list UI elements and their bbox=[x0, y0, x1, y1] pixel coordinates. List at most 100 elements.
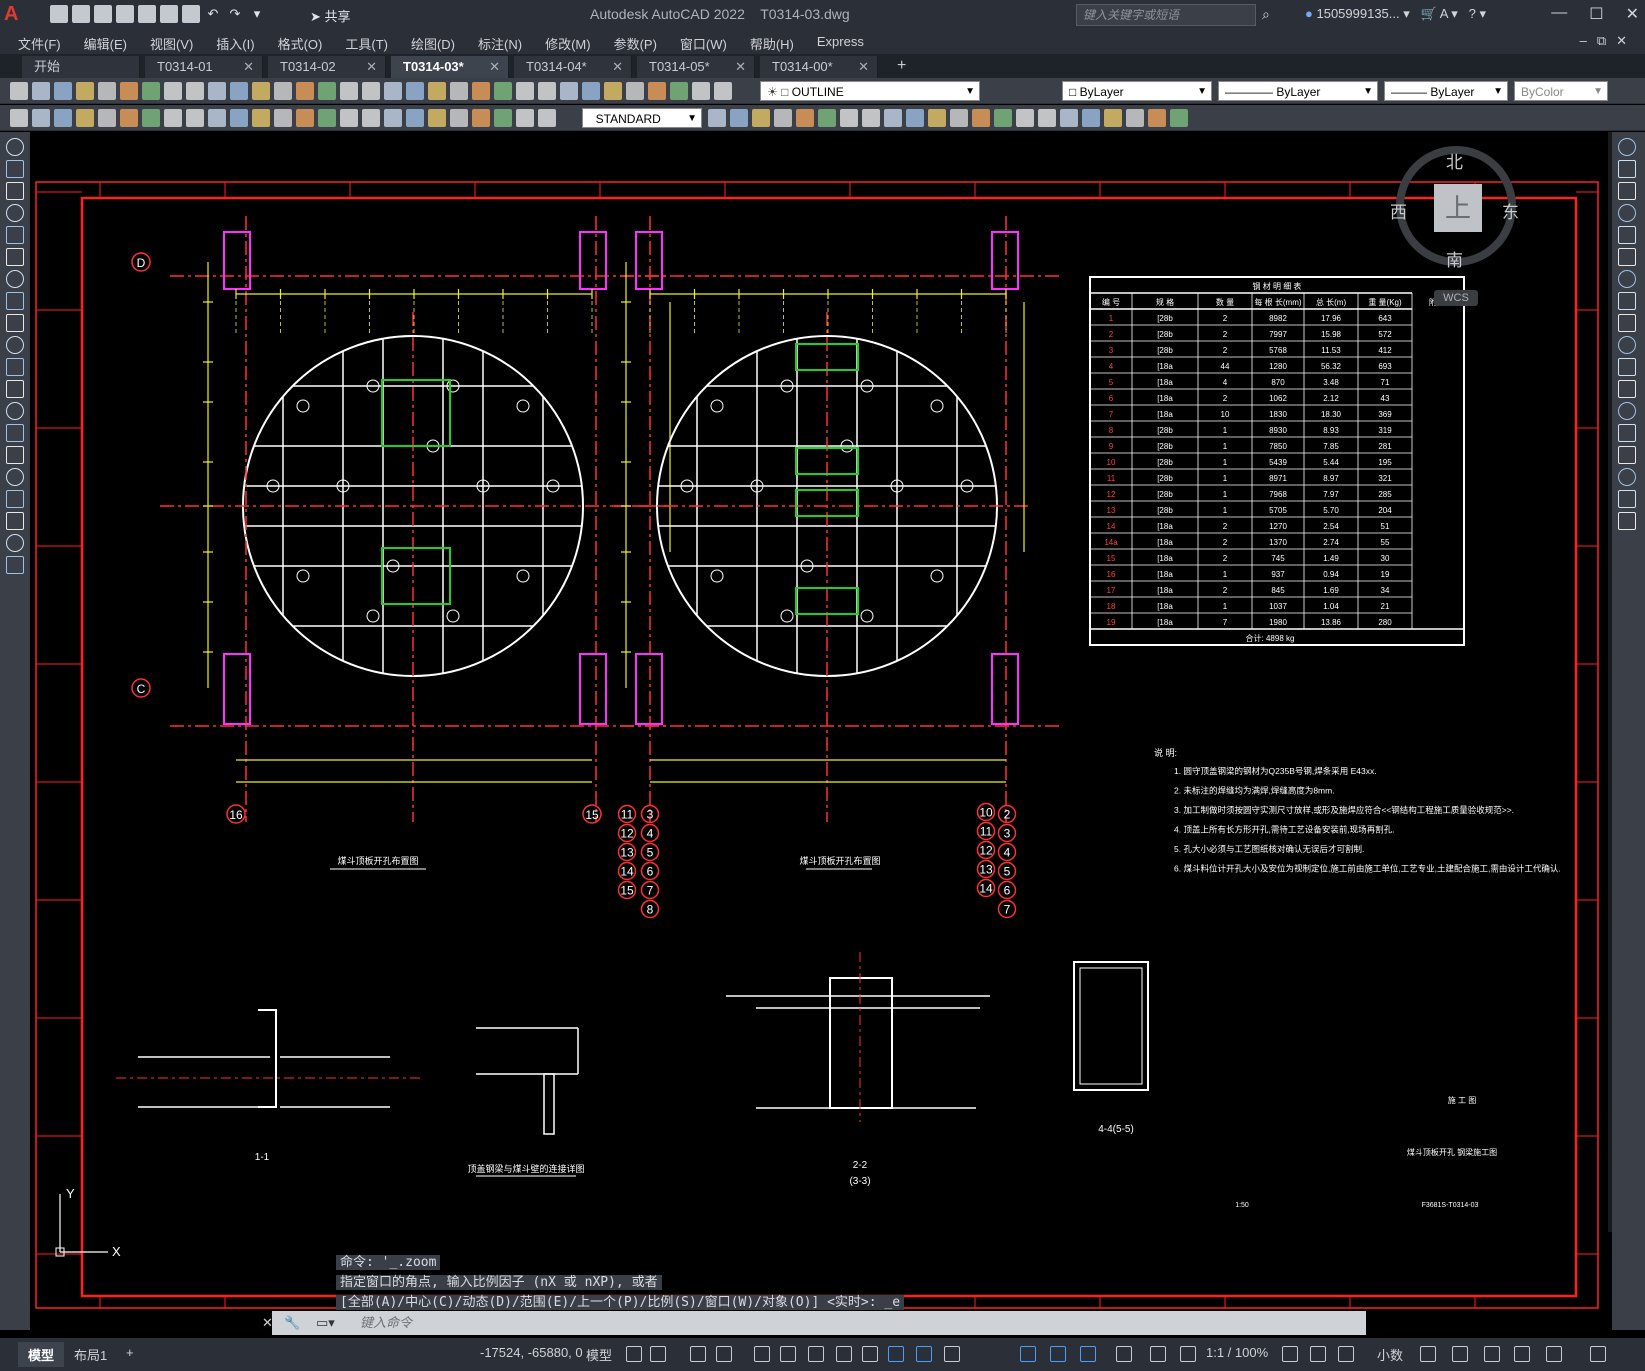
command-line[interactable]: ✕ 🔧 ▭▾ 键入命令 bbox=[262, 1311, 1366, 1335]
toolbar-tool-icon[interactable] bbox=[862, 109, 880, 127]
side-tool-icon[interactable] bbox=[6, 226, 24, 244]
linetype-dropdown[interactable]: ———— ByLayer ▼ bbox=[1218, 81, 1378, 101]
toolbar-tool-icon[interactable] bbox=[714, 82, 732, 100]
status-toggle-icon[interactable] bbox=[1282, 1346, 1298, 1362]
command-input[interactable]: 键入命令 bbox=[360, 1311, 412, 1335]
customize-dropdown-icon[interactable]: ▾ bbox=[248, 5, 266, 23]
toolbar-tool-icon[interactable] bbox=[76, 109, 94, 127]
file-tab[interactable]: T0314-04* ✕ bbox=[514, 56, 632, 78]
toolbar-tool-icon[interactable] bbox=[428, 82, 446, 100]
toolbar-tool-icon[interactable] bbox=[648, 82, 666, 100]
side-tool-icon[interactable] bbox=[6, 314, 24, 332]
toolbar-tool-icon[interactable] bbox=[840, 109, 858, 127]
units-dropdown[interactable]: 小数 bbox=[1377, 1345, 1403, 1364]
toolbar-tool-icon[interactable] bbox=[560, 82, 578, 100]
side-tool-icon[interactable] bbox=[1618, 336, 1636, 354]
side-tool-icon[interactable] bbox=[6, 424, 24, 442]
toolbar-tool-icon[interactable] bbox=[76, 82, 94, 100]
add-layout-icon[interactable]: + bbox=[126, 1345, 134, 1360]
toolbar-tool-icon[interactable] bbox=[362, 109, 380, 127]
toolbar-tool-icon[interactable] bbox=[252, 109, 270, 127]
side-tool-icon[interactable] bbox=[6, 270, 24, 288]
share-button[interactable]: ➤ 共享 bbox=[310, 6, 351, 25]
menu-item[interactable]: 格式(O) bbox=[278, 30, 323, 57]
status-toggle-icon[interactable] bbox=[836, 1346, 852, 1362]
a360-icon[interactable]: A bbox=[1440, 6, 1448, 21]
status-toggle-icon[interactable] bbox=[626, 1346, 642, 1362]
toolbar-tool-icon[interactable] bbox=[406, 82, 424, 100]
toolbar-tool-icon[interactable] bbox=[274, 82, 292, 100]
side-tool-icon[interactable] bbox=[6, 336, 24, 354]
toolbar-tool-icon[interactable] bbox=[384, 82, 402, 100]
menu-item[interactable]: Express bbox=[817, 30, 864, 57]
toolbar-tool-icon[interactable] bbox=[1148, 109, 1166, 127]
toolbar-tool-icon[interactable] bbox=[120, 109, 138, 127]
autocad-logo-icon[interactable]: A bbox=[4, 3, 28, 27]
close-tab-icon[interactable]: ✕ bbox=[735, 56, 746, 78]
toolbar-tool-icon[interactable] bbox=[670, 82, 688, 100]
plotstyle-dropdown[interactable]: ByColor ▼ bbox=[1514, 81, 1608, 101]
toolbar-tool-icon[interactable] bbox=[274, 109, 292, 127]
toolbar-tool-icon[interactable] bbox=[32, 109, 50, 127]
side-tool-icon[interactable] bbox=[1618, 490, 1636, 508]
menu-item[interactable]: 窗口(W) bbox=[680, 30, 727, 57]
toolbar-tool-icon[interactable] bbox=[384, 109, 402, 127]
menu-item[interactable]: 视图(V) bbox=[150, 30, 193, 57]
menu-item[interactable]: 参数(P) bbox=[614, 30, 657, 57]
toolbar-tool-icon[interactable] bbox=[296, 109, 314, 127]
side-tool-icon[interactable] bbox=[6, 468, 24, 486]
command-customize-icon[interactable]: 🔧 bbox=[284, 1311, 300, 1335]
menu-item[interactable]: 修改(M) bbox=[545, 30, 591, 57]
side-tool-icon[interactable] bbox=[1618, 424, 1636, 442]
toolbar-tool-icon[interactable] bbox=[994, 109, 1012, 127]
file-tab[interactable]: T0314-01 ✕ bbox=[145, 56, 263, 78]
side-tool-icon[interactable] bbox=[6, 556, 24, 574]
new-tab-icon[interactable]: + bbox=[897, 57, 906, 75]
side-tool-icon[interactable] bbox=[6, 292, 24, 310]
help-search-input[interactable]: 键入关键字或短语 bbox=[1076, 4, 1256, 26]
status-toggle-icon[interactable] bbox=[1590, 1346, 1606, 1362]
toolbar-tool-icon[interactable] bbox=[54, 82, 72, 100]
save-as-icon[interactable] bbox=[116, 5, 134, 23]
drawing-svg[interactable]: D C 16 15 煤斗顶板开孔布置图 11121314153456781011… bbox=[30, 132, 1612, 1330]
side-tool-icon[interactable] bbox=[6, 248, 24, 266]
layout-tab[interactable]: 布局1 bbox=[74, 1345, 107, 1364]
wcs-menu[interactable]: WCS bbox=[1434, 290, 1478, 306]
command-close-icon[interactable]: ✕ bbox=[262, 1311, 273, 1335]
new-icon[interactable] bbox=[50, 5, 68, 23]
toolbar-tool-icon[interactable] bbox=[1060, 109, 1078, 127]
status-toggle-icon[interactable] bbox=[754, 1346, 770, 1362]
menu-item[interactable]: 标注(N) bbox=[478, 30, 522, 57]
status-toggle-icon[interactable] bbox=[650, 1346, 666, 1362]
status-toggle-icon[interactable] bbox=[1452, 1346, 1468, 1362]
side-tool-icon[interactable] bbox=[1618, 160, 1636, 178]
toolbar-tool-icon[interactable] bbox=[626, 82, 644, 100]
side-tool-icon[interactable] bbox=[6, 402, 24, 420]
help-icon[interactable]: ? bbox=[1469, 6, 1476, 21]
status-toggle-icon[interactable] bbox=[1150, 1346, 1166, 1362]
toolbar-tool-icon[interactable] bbox=[472, 109, 490, 127]
side-tool-icon[interactable] bbox=[1618, 182, 1636, 200]
side-tool-icon[interactable] bbox=[1618, 226, 1636, 244]
toolbar-tool-icon[interactable] bbox=[928, 109, 946, 127]
toolbar-tool-icon[interactable] bbox=[54, 109, 72, 127]
toolbar-tool-icon[interactable] bbox=[774, 109, 792, 127]
toolbar-tool-icon[interactable] bbox=[186, 82, 204, 100]
toolbar-tool-icon[interactable] bbox=[428, 109, 446, 127]
viewcube-north[interactable]: 北 bbox=[1446, 148, 1463, 173]
toolbar-tool-icon[interactable] bbox=[1038, 109, 1056, 127]
model-tab[interactable]: 模型 bbox=[18, 1342, 65, 1367]
toolbar-tool-icon[interactable] bbox=[1104, 109, 1122, 127]
status-toggle-icon[interactable] bbox=[1180, 1346, 1196, 1362]
close-tab-icon[interactable]: ✕ bbox=[489, 56, 500, 78]
coordinates-readout[interactable]: -17524, -65880, 0 bbox=[480, 1345, 583, 1360]
toolbar-tool-icon[interactable] bbox=[950, 109, 968, 127]
side-tool-icon[interactable] bbox=[1618, 402, 1636, 420]
toolbar-tool-icon[interactable] bbox=[142, 109, 160, 127]
plot-icon[interactable] bbox=[182, 5, 200, 23]
toolbar-tool-icon[interactable] bbox=[884, 109, 902, 127]
minimize-icon[interactable]: — bbox=[1551, 4, 1567, 24]
layer-dropdown[interactable]: ☀ □ OUTLINE ▼ bbox=[760, 81, 980, 101]
status-toggle-icon[interactable] bbox=[716, 1346, 732, 1362]
close-tab-icon[interactable]: ✕ bbox=[366, 56, 377, 78]
